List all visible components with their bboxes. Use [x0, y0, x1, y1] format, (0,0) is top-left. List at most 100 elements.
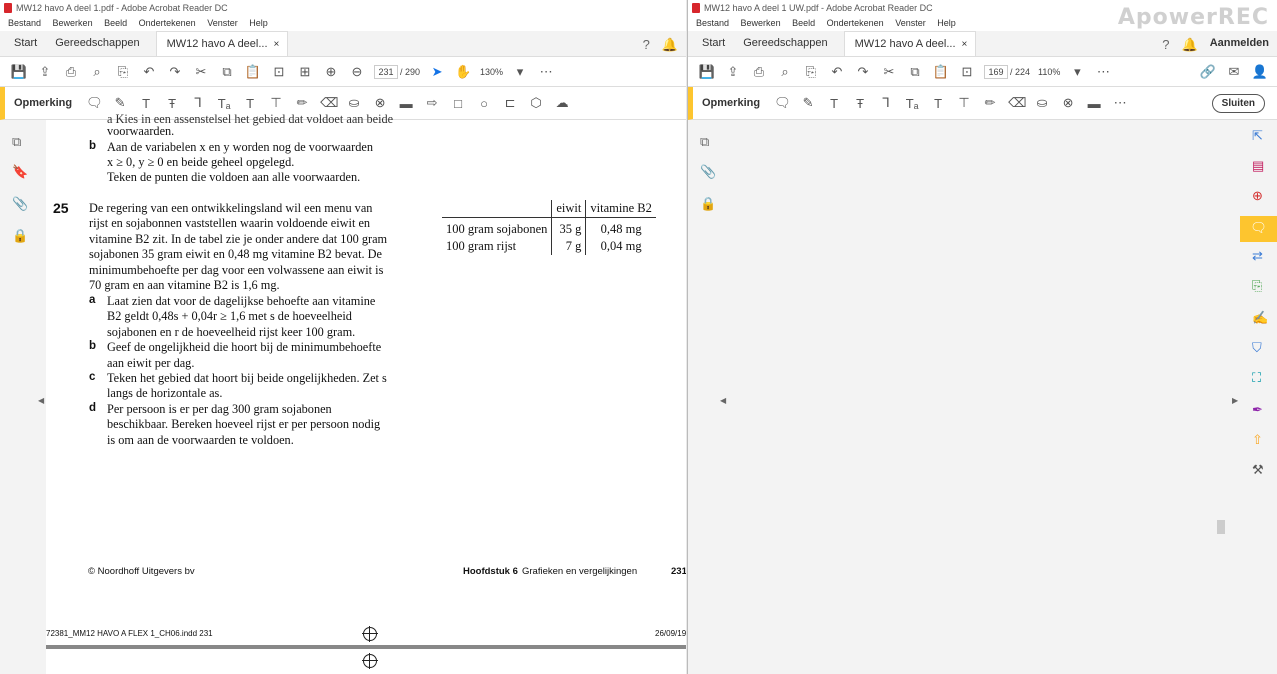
save-icon[interactable]: 💾 — [698, 63, 716, 81]
more-tools-icon[interactable]: ⚒ — [1252, 462, 1264, 478]
print-icon[interactable]: ⎙ — [750, 63, 768, 81]
paste-icon[interactable]: 📋 — [244, 63, 262, 81]
upload-icon[interactable]: ⇪ — [724, 63, 742, 81]
cut-icon[interactable]: ✂ — [192, 63, 210, 81]
edit-pdf-icon[interactable]: ⎘ — [1252, 278, 1262, 294]
add-text-icon[interactable]: T — [242, 96, 258, 111]
tab-document[interactable]: MW12 havo A deel... × — [843, 31, 977, 56]
fill-sign-icon[interactable]: ✍ — [1252, 310, 1268, 326]
more-icon[interactable]: ⋯ — [1094, 63, 1112, 81]
save-icon[interactable]: 💾 — [10, 63, 28, 81]
help-icon[interactable]: ? — [1162, 37, 1169, 53]
combine-icon[interactable]: ⇄ — [1252, 248, 1263, 264]
menu-ondertekenen[interactable]: Ondertekenen — [827, 18, 884, 28]
strikethrough-icon[interactable]: Ŧ — [852, 96, 868, 111]
close-tab-icon[interactable]: × — [274, 39, 280, 50]
page-down-icon[interactable]: ⊖ — [348, 63, 366, 81]
menu-bewerken[interactable]: Bewerken — [741, 18, 781, 28]
page-up-icon[interactable]: ⊕ — [322, 63, 340, 81]
tab-start[interactable]: Start — [6, 37, 47, 56]
mail-icon[interactable]: ✉ — [1225, 63, 1243, 81]
menu-bewerken[interactable]: Bewerken — [53, 18, 93, 28]
close-comment-button[interactable]: Sluiten — [1211, 93, 1265, 113]
redo-icon[interactable]: ↷ — [854, 63, 872, 81]
eraser-icon[interactable]: ⌫ — [320, 95, 338, 111]
close-tab-icon[interactable]: × — [962, 39, 968, 50]
sticky-note-icon[interactable]: 🗨 — [86, 95, 103, 111]
menu-beeld[interactable]: Beeld — [792, 18, 815, 28]
polygon-icon[interactable]: ⬡ — [528, 95, 544, 111]
oval-icon[interactable]: ○ — [476, 96, 492, 111]
stamp-icon[interactable]: ⛀ — [346, 95, 362, 111]
add-user-icon[interactable]: 👤 — [1251, 63, 1269, 81]
comment-tool-icon[interactable]: 🗨 — [1240, 216, 1277, 242]
stamp-icon[interactable]: ⛀ — [1034, 95, 1050, 111]
replace-text-icon[interactable]: Ꞁ — [878, 95, 894, 111]
tab-document[interactable]: MW12 havo A deel... × — [155, 31, 289, 56]
chevron-down-icon[interactable]: ▾ — [511, 63, 529, 81]
sign-icon[interactable]: ✒ — [1252, 402, 1263, 418]
snapshot-icon[interactable]: ⊡ — [270, 63, 288, 81]
collapse-left-icon[interactable]: ◀ — [38, 396, 44, 405]
cut-icon[interactable]: ✂ — [880, 63, 898, 81]
menu-bestand[interactable]: Bestand — [696, 18, 729, 28]
protect-icon[interactable]: ⛉ — [1252, 340, 1262, 356]
find-icon[interactable]: ⊞ — [296, 63, 314, 81]
textbox-icon[interactable]: ⊤ — [268, 95, 284, 111]
menu-venster[interactable]: Venster — [895, 18, 926, 28]
snapshot-icon[interactable]: ⊡ — [958, 63, 976, 81]
tab-tools[interactable]: Gereedschappen — [735, 37, 837, 56]
collapse-left-icon[interactable]: ◀ — [720, 396, 726, 405]
tab-tools[interactable]: Gereedschappen — [47, 37, 149, 56]
bell-icon[interactable]: 🔔 — [662, 37, 678, 53]
strikethrough-icon[interactable]: Ŧ — [164, 96, 180, 111]
attachment-icon[interactable]: 📎 — [700, 164, 716, 180]
select-cursor-icon[interactable]: ➤ — [428, 63, 446, 81]
pencil-icon[interactable]: ✏ — [294, 95, 310, 111]
arrow-icon[interactable]: ⇨ — [424, 95, 440, 111]
scrollbar-thumb[interactable] — [1217, 520, 1225, 534]
replace-text-icon[interactable]: Ꞁ — [190, 95, 206, 111]
page-number-input[interactable]: 169 — [984, 64, 1008, 79]
copy-icon[interactable]: ⧉ — [218, 63, 236, 81]
search-icon[interactable]: ⌕ — [776, 63, 794, 81]
collapse-right-icon[interactable]: ▶ — [1232, 396, 1238, 405]
textbox-icon[interactable]: ⊤ — [956, 95, 972, 111]
organize-pages-icon[interactable]: ▤ — [1252, 158, 1264, 174]
more-icon[interactable]: ⋯ — [1112, 95, 1128, 111]
bookmark-icon[interactable]: 🔖 — [12, 164, 28, 180]
insert-text-icon[interactable]: Tₐ — [216, 96, 232, 111]
share-icon[interactable]: ⎘ — [802, 63, 820, 81]
rectangle-icon[interactable]: □ — [450, 96, 466, 111]
menu-help[interactable]: Help — [937, 18, 956, 28]
link-icon[interactable]: 🔗 — [1199, 63, 1217, 81]
menu-venster[interactable]: Venster — [207, 18, 238, 28]
attach-icon[interactable]: ⊗ — [1060, 95, 1076, 111]
eraser-icon[interactable]: ⌫ — [1008, 95, 1026, 111]
underline-text-icon[interactable]: T — [826, 96, 842, 111]
zoom-select[interactable]: 110% — [1038, 67, 1060, 77]
line-icon[interactable]: ▬ — [398, 96, 414, 111]
tab-start[interactable]: Start — [694, 37, 735, 56]
undo-icon[interactable]: ↶ — [140, 63, 158, 81]
line-icon[interactable]: ▬ — [1086, 96, 1102, 111]
page-number-input[interactable]: 231 — [374, 64, 398, 79]
share-icon[interactable]: ⎘ — [114, 63, 132, 81]
add-text-icon[interactable]: T — [930, 96, 946, 111]
attachment-icon[interactable]: 📎 — [12, 196, 28, 212]
security-icon[interactable]: 🔒 — [12, 228, 28, 244]
cloud-icon[interactable]: ☁ — [554, 95, 570, 111]
sign-in-link[interactable]: Aanmelden — [1210, 37, 1269, 53]
export-pdf-icon[interactable]: ⇱ — [1252, 128, 1263, 144]
menu-ondertekenen[interactable]: Ondertekenen — [139, 18, 196, 28]
pages-icon[interactable]: ⧉ — [700, 134, 709, 150]
polyline-icon[interactable]: ⊏ — [502, 95, 518, 111]
chevron-down-icon[interactable]: ▾ — [1068, 63, 1086, 81]
bell-icon[interactable]: 🔔 — [1182, 37, 1198, 53]
redo-icon[interactable]: ↷ — [166, 63, 184, 81]
send-icon[interactable]: ⇧ — [1252, 432, 1263, 448]
security-icon[interactable]: 🔒 — [700, 196, 716, 212]
upload-icon[interactable]: ⇪ — [36, 63, 54, 81]
sticky-note-icon[interactable]: 🗨 — [774, 95, 791, 111]
copy-icon[interactable]: ⧉ — [906, 63, 924, 81]
